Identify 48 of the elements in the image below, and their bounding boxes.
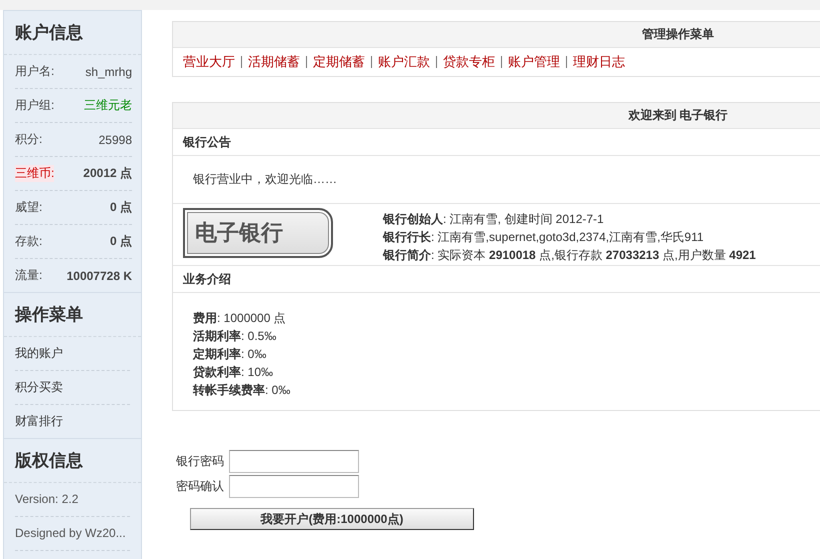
info-text: 银行创始人: 江南有雪, 创建时间 2012-7-1	[383, 211, 605, 228]
field-value: 0 点	[110, 233, 132, 250]
menu-link[interactable]: 积分买卖	[15, 371, 130, 405]
field-label: 密码确认	[176, 478, 224, 495]
section-title: 版权信息	[4, 439, 141, 483]
panel-title: 欢迎来到 电子银行	[173, 103, 820, 129]
info-text: 银行简介: 实际资本 2910018 点,银行存款 27033213 点,用户数量 4921	[383, 247, 756, 264]
field-value: 20012 点	[83, 165, 132, 182]
bank-logo: 电子银行	[183, 208, 333, 258]
copyright-text: Version: 2.2	[15, 483, 130, 517]
rate-text: 活期利率: 0.5‰	[193, 328, 278, 345]
field-label: 威望:	[15, 199, 42, 216]
field-value: sh_mrhg	[85, 64, 132, 78]
field-value: 0 点	[110, 199, 132, 216]
rate-text: 定期利率: 0‰	[193, 346, 268, 363]
menu-link[interactable]: 营业大厅	[183, 56, 241, 68]
submit-button[interactable]: 我要开户(费用:1000000点)	[190, 508, 474, 530]
panel-title: 管理操作菜单	[173, 22, 820, 48]
menu-link[interactable]: 定期储蓄	[306, 56, 371, 68]
copyright-text: Designed by Wz20...	[15, 517, 130, 551]
field-label: 用户名:	[15, 63, 54, 80]
info-text: 银行行长: 江南有雪,supernet,goto3d,2374,江南有雪,华氏911	[383, 229, 705, 246]
rate-text: 转帐手续费率: 0‰	[193, 382, 292, 399]
field-label: 流量:	[15, 267, 42, 284]
password-field[interactable]	[229, 475, 359, 498]
field-label: 用户组:	[15, 97, 54, 114]
section-heading: 业务介绍	[173, 266, 820, 293]
menu-link[interactable]: 账户管理	[501, 56, 566, 68]
notice-text: 银行营业中，欢迎光临……	[193, 172, 337, 186]
field-value: 三维元老	[84, 97, 132, 114]
menu-link[interactable]: 我的账户	[15, 337, 130, 371]
field-value: 10007728 K	[66, 268, 132, 282]
rate-text: 费用: 1000000 点	[193, 310, 287, 327]
field-label: 三维币:	[15, 165, 54, 182]
menu-link[interactable]: 贷款专柜	[436, 56, 501, 68]
section-heading: 银行公告	[173, 129, 820, 156]
menu-link[interactable]: 活期储蓄	[241, 56, 306, 68]
section-title: 账户信息	[4, 11, 141, 55]
field-value: 25998	[98, 132, 132, 146]
menu-link[interactable]: 财富排行	[15, 405, 130, 438]
field-label: 银行密码	[176, 453, 224, 470]
rate-text: 贷款利率: 10‰	[193, 364, 274, 381]
field-label: 存款:	[15, 233, 42, 250]
menu-link[interactable]: 账户汇款	[371, 56, 436, 68]
section-title: 操作菜单	[4, 293, 141, 337]
field-label: 积分:	[15, 131, 42, 148]
menu-link[interactable]: 理财日志	[566, 56, 631, 68]
password-field[interactable]	[229, 450, 359, 473]
